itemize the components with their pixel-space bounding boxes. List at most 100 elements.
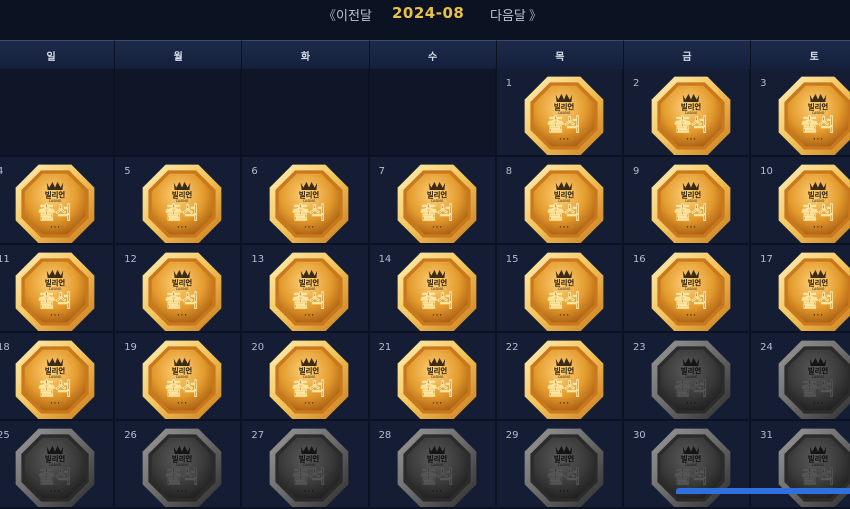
svg-text:출석: 출석 xyxy=(674,115,707,136)
attendance-stamp-icon: 빌리언 CASINO 출석 • • • xyxy=(268,339,350,419)
day-number: 28 xyxy=(378,430,392,441)
calendar-day-cell[interactable]: 12 빌리언 CASINO 출석 • • • xyxy=(115,245,243,333)
attendance-stamp-inactive-icon: 빌리언 CASINO 출석 • • • xyxy=(777,427,850,507)
calendar-day-cell[interactable]: 29 빌리언 CASINO 출석 • • • xyxy=(496,421,624,509)
svg-text:출석: 출석 xyxy=(547,203,580,224)
svg-text:빌리언: 빌리언 xyxy=(172,278,193,287)
svg-text:• • •: • • • xyxy=(813,137,823,142)
svg-text:• • •: • • • xyxy=(432,313,442,318)
scroll-indicator[interactable] xyxy=(676,488,850,494)
svg-text:• • •: • • • xyxy=(50,489,60,494)
current-month: 2024-08 xyxy=(392,4,465,22)
calendar-day-cell[interactable]: 17 빌리언 CASINO 출석 • • • xyxy=(751,245,850,333)
calendar-day-cell[interactable]: 10 빌리언 CASINO 출석 • • • xyxy=(751,157,850,245)
prev-month-label: 이전달 xyxy=(336,9,372,24)
svg-text:출석: 출석 xyxy=(674,203,707,224)
svg-text:빌리언: 빌리언 xyxy=(426,454,447,463)
day-number: 3 xyxy=(760,78,767,89)
calendar-day-cell[interactable]: 8 빌리언 CASINO 출석 • • • xyxy=(496,157,624,245)
next-month-button[interactable]: 다음달 》 xyxy=(490,5,542,24)
svg-text:• • •: • • • xyxy=(304,489,314,494)
svg-text:빌리언: 빌리언 xyxy=(45,190,66,199)
svg-text:• • •: • • • xyxy=(50,225,60,230)
calendar-day-cell[interactable]: 1 빌리언 CASINO 출석 • • • xyxy=(496,69,624,157)
day-number: 16 xyxy=(632,254,646,265)
svg-text:• • •: • • • xyxy=(559,489,569,494)
calendar-day-cell[interactable]: 18 빌리언 CASINO 출석 • • • xyxy=(0,333,116,421)
svg-text:빌리언: 빌리언 xyxy=(172,454,193,463)
calendar-day-cell[interactable]: 23 빌리언 CASINO 출석 • • • xyxy=(623,333,752,421)
calendar-day-cell[interactable]: 30 빌리언 CASINO 출석 • • • xyxy=(623,421,752,509)
svg-text:출석: 출석 xyxy=(38,203,71,224)
svg-text:빌리언: 빌리언 xyxy=(808,102,829,111)
day-number: 22 xyxy=(505,342,519,353)
calendar-cell-empty xyxy=(0,69,116,157)
svg-text:출석: 출석 xyxy=(420,203,453,224)
attendance-stamp-icon: 빌리언 CASINO 출석 • • • xyxy=(141,339,223,419)
day-number: 27 xyxy=(251,430,265,441)
svg-text:빌리언: 빌리언 xyxy=(681,190,702,199)
calendar-day-cell[interactable]: 13 빌리언 CASINO 출석 • • • xyxy=(242,245,370,333)
svg-text:출석: 출석 xyxy=(802,467,835,488)
svg-text:출석: 출석 xyxy=(420,379,453,400)
day-number: 23 xyxy=(632,342,646,353)
weekday-header-tue: 화 xyxy=(242,40,370,69)
svg-text:출석: 출석 xyxy=(802,115,835,136)
calendar-day-cell[interactable]: 3 빌리언 CASINO 출석 • • • xyxy=(751,69,850,157)
svg-text:출석: 출석 xyxy=(38,291,71,312)
svg-text:출석: 출석 xyxy=(420,291,453,312)
calendar-day-cell[interactable]: 14 빌리언 CASINO 출석 • • • xyxy=(369,245,497,333)
svg-text:출석: 출석 xyxy=(420,467,453,488)
svg-text:출석: 출석 xyxy=(166,467,199,488)
day-number: 1 xyxy=(505,78,513,89)
svg-text:출석: 출석 xyxy=(38,467,71,488)
svg-text:출석: 출석 xyxy=(293,291,326,312)
calendar-day-cell[interactable]: 16 빌리언 CASINO 출석 • • • xyxy=(623,245,752,333)
calendar-day-cell[interactable]: 25 빌리언 CASINO 출석 • • • xyxy=(0,421,116,509)
day-number: 10 xyxy=(760,166,773,177)
double-chevron-right-icon: 》 xyxy=(528,9,542,24)
svg-text:출석: 출석 xyxy=(547,467,580,488)
svg-text:출석: 출석 xyxy=(802,203,835,224)
svg-text:빌리언: 빌리언 xyxy=(554,190,575,199)
svg-text:• • •: • • • xyxy=(50,401,60,406)
attendance-stamp-icon: 빌리언 CASINO 출석 • • • xyxy=(650,251,732,331)
attendance-stamp-icon: 빌리언 CASINO 출석 • • • xyxy=(14,163,96,243)
calendar-day-cell[interactable]: 24 빌리언 CASINO 출석 • • • xyxy=(751,333,850,421)
svg-text:빌리언: 빌리언 xyxy=(554,454,575,463)
calendar-day-cell[interactable]: 21 빌리언 CASINO 출석 • • • xyxy=(369,333,497,421)
attendance-stamp-inactive-icon: 빌리언 CASINO 출석 • • • xyxy=(777,339,850,419)
svg-text:• • •: • • • xyxy=(813,225,823,230)
svg-text:빌리언: 빌리언 xyxy=(808,278,829,287)
day-number: 17 xyxy=(760,254,773,265)
calendar-day-cell[interactable]: 20 빌리언 CASINO 출석 • • • xyxy=(242,333,370,421)
calendar-day-cell[interactable]: 11 빌리언 CASINO 출석 • • • xyxy=(0,245,116,333)
calendar-day-cell[interactable]: 22 빌리언 CASINO 출석 • • • xyxy=(496,333,624,421)
calendar-day-cell[interactable]: 2 빌리언 CASINO 출석 • • • xyxy=(623,69,752,157)
calendar-day-cell[interactable]: 5 빌리언 CASINO 출석 • • • xyxy=(115,157,243,245)
calendar-day-cell[interactable]: 4 빌리언 CASINO 출석 • • • xyxy=(0,157,116,245)
svg-text:출석: 출석 xyxy=(547,115,580,136)
calendar-day-cell[interactable]: 15 빌리언 CASINO 출석 • • • xyxy=(496,245,624,333)
svg-text:출석: 출석 xyxy=(293,467,326,488)
attendance-stamp-inactive-icon: 빌리언 CASINO 출석 • • • xyxy=(650,339,732,419)
weekday-header-sat: 토 xyxy=(751,40,850,69)
attendance-stamp-inactive-icon: 빌리언 CASINO 출석 • • • xyxy=(396,427,478,507)
calendar-day-cell[interactable]: 19 빌리언 CASINO 출석 • • • xyxy=(115,333,243,421)
calendar-day-cell[interactable]: 7 빌리언 CASINO 출석 • • • xyxy=(369,157,497,245)
calendar-day-cell[interactable]: 28 빌리언 CASINO 출석 • • • xyxy=(369,421,497,509)
attendance-stamp-icon: 빌리언 CASINO 출석 • • • xyxy=(777,75,850,155)
prev-month-button[interactable]: 《 이전달 xyxy=(323,5,372,24)
svg-text:출석: 출석 xyxy=(166,291,199,312)
attendance-stamp-icon: 빌리언 CASINO 출석 • • • xyxy=(777,163,850,243)
calendar-day-cell[interactable]: 9 빌리언 CASINO 출석 • • • xyxy=(623,157,752,245)
svg-text:• • •: • • • xyxy=(686,401,696,406)
calendar-day-cell[interactable]: 27 빌리언 CASINO 출석 • • • xyxy=(242,421,370,509)
calendar-day-cell[interactable]: 6 빌리언 CASINO 출석 • • • xyxy=(242,157,370,245)
svg-text:출석: 출석 xyxy=(802,379,835,400)
calendar-day-cell[interactable]: 26 빌리언 CASINO 출석 • • • xyxy=(115,421,243,509)
svg-text:출석: 출석 xyxy=(166,379,199,400)
svg-text:빌리언: 빌리언 xyxy=(681,454,702,463)
svg-text:빌리언: 빌리언 xyxy=(681,366,702,375)
calendar-day-cell[interactable]: 31 빌리언 CASINO 출석 • • • xyxy=(751,421,850,509)
